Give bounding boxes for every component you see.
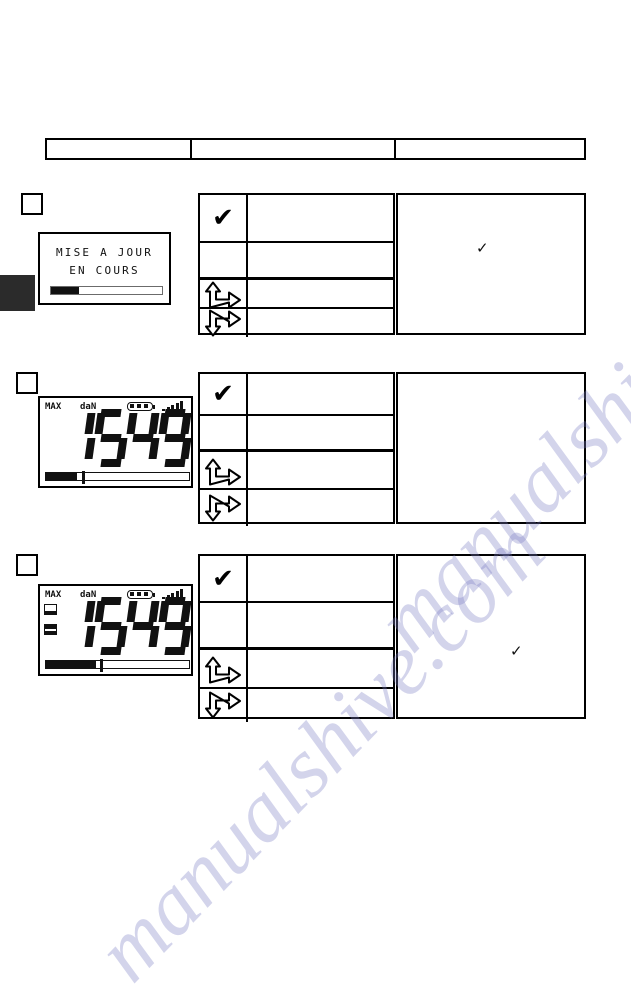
key-row-1[interactable]: ✔ bbox=[200, 195, 393, 241]
lcd-max-label: MAX bbox=[45, 402, 62, 412]
key-text-cell bbox=[248, 603, 393, 647]
key-table-3: ✔ bbox=[198, 554, 395, 722]
seven-segment-digit bbox=[64, 597, 96, 655]
lcd-screen-measurement-1: MAX daN bbox=[38, 396, 193, 488]
key-icon-cell: ✔ bbox=[200, 374, 248, 414]
key-row-2[interactable] bbox=[200, 603, 393, 647]
key-text-cell bbox=[248, 309, 393, 337]
key-text-cell bbox=[248, 243, 393, 277]
key-row-2[interactable] bbox=[200, 243, 393, 277]
key-text-cell bbox=[248, 689, 393, 722]
key-row-4[interactable] bbox=[200, 308, 393, 337]
lcd-screen-update: MISE A JOUR EN COURS bbox=[38, 232, 171, 305]
lcd-screen-measurement-2: MAX daN bbox=[38, 584, 193, 676]
seven-segment-digit bbox=[64, 409, 96, 467]
arrow-down-right-icon bbox=[205, 691, 241, 719]
key-icon-cell bbox=[200, 308, 248, 337]
lcd-gauge-fill bbox=[46, 473, 78, 480]
key-text-cell bbox=[248, 280, 393, 307]
lcd-max-label: MAX bbox=[45, 590, 62, 600]
key-icon-cell bbox=[200, 243, 248, 277]
key-icon-cell: ✔ bbox=[200, 556, 248, 601]
key-text-cell bbox=[248, 650, 393, 687]
arrow-down-right-icon bbox=[205, 309, 241, 336]
grid-icon bbox=[44, 624, 57, 635]
header-cell-3 bbox=[396, 140, 584, 158]
step-number-box-1 bbox=[21, 193, 43, 215]
key-icon-cell bbox=[200, 279, 248, 309]
seven-segment-digit bbox=[94, 409, 128, 467]
arrow-up-right-icon bbox=[205, 458, 241, 486]
arrow-down-right-icon bbox=[205, 494, 241, 522]
key-icon-cell: ✔ bbox=[200, 195, 248, 241]
lcd-gauge-bar bbox=[45, 659, 190, 672]
key-table-2: ✔ bbox=[198, 372, 395, 526]
key-text-cell bbox=[248, 195, 393, 241]
seven-segment-digit bbox=[158, 409, 192, 467]
key-icon-cell bbox=[200, 452, 248, 488]
lcd-gauge-marker bbox=[100, 659, 104, 672]
step-section-1: MISE A JOUR EN COURS ✔ ✓ bbox=[0, 185, 631, 345]
key-text-cell bbox=[248, 374, 393, 414]
seven-segment-digit bbox=[126, 409, 160, 467]
check-icon: ✔ bbox=[212, 563, 234, 594]
arrow-up-right-icon bbox=[205, 281, 241, 309]
lcd-line-2: EN COURS bbox=[69, 264, 140, 277]
seven-segment-digit bbox=[158, 597, 192, 655]
check-icon: ✔ bbox=[212, 203, 234, 233]
key-row-3[interactable] bbox=[200, 452, 393, 488]
key-row-4[interactable] bbox=[200, 688, 393, 722]
key-text-cell bbox=[248, 490, 393, 526]
lcd-gauge-marker bbox=[81, 471, 85, 484]
key-row-1[interactable]: ✔ bbox=[200, 556, 393, 601]
key-row-3[interactable] bbox=[200, 649, 393, 687]
key-icon-cell bbox=[200, 688, 248, 722]
check-icon: ✔ bbox=[212, 379, 234, 409]
result-check-icon: ✓ bbox=[510, 642, 523, 660]
result-panel-2 bbox=[396, 372, 586, 524]
key-row-4[interactable] bbox=[200, 490, 393, 526]
key-text-cell bbox=[248, 416, 393, 449]
key-row-3[interactable] bbox=[200, 279, 393, 309]
result-panel-3: ✓ bbox=[396, 554, 586, 719]
header-cell-1 bbox=[47, 140, 192, 158]
key-text-cell bbox=[248, 452, 393, 488]
step-section-3: MAX daN ✔ ✓ bbox=[0, 552, 631, 724]
page-edge-tab bbox=[0, 275, 35, 311]
key-icon-cell bbox=[200, 416, 248, 449]
lcd-line-1: MISE A JOUR bbox=[55, 246, 154, 259]
key-row-2[interactable] bbox=[200, 416, 393, 449]
result-panel-1: ✓ bbox=[396, 193, 586, 335]
header-cell-2 bbox=[192, 140, 397, 158]
arrow-up-right-icon bbox=[205, 656, 241, 684]
memory-icon bbox=[44, 604, 57, 615]
header-table bbox=[45, 138, 586, 160]
step-number-box-2 bbox=[16, 372, 38, 394]
result-check-icon: ✓ bbox=[476, 239, 489, 257]
lcd-value-digits bbox=[64, 409, 192, 467]
manual-page: MISE A JOUR EN COURS ✔ ✓ MAX daN ✔ MAX d… bbox=[0, 0, 631, 999]
seven-segment-digit bbox=[126, 597, 160, 655]
key-icon-cell bbox=[200, 649, 248, 687]
key-icon-cell bbox=[200, 603, 248, 647]
lcd-gauge-fill bbox=[46, 661, 97, 668]
progress-bar bbox=[50, 286, 163, 295]
key-row-1[interactable]: ✔ bbox=[200, 374, 393, 414]
key-text-cell bbox=[248, 556, 393, 601]
lcd-value-digits bbox=[64, 597, 192, 655]
step-section-2: MAX daN ✔ bbox=[0, 370, 631, 530]
key-table-1: ✔ bbox=[198, 193, 395, 337]
lcd-gauge-bar bbox=[45, 471, 190, 484]
seven-segment-digit bbox=[94, 597, 128, 655]
key-icon-cell bbox=[200, 490, 248, 526]
progress-bar-fill bbox=[51, 287, 79, 294]
step-number-box-3 bbox=[16, 554, 38, 576]
